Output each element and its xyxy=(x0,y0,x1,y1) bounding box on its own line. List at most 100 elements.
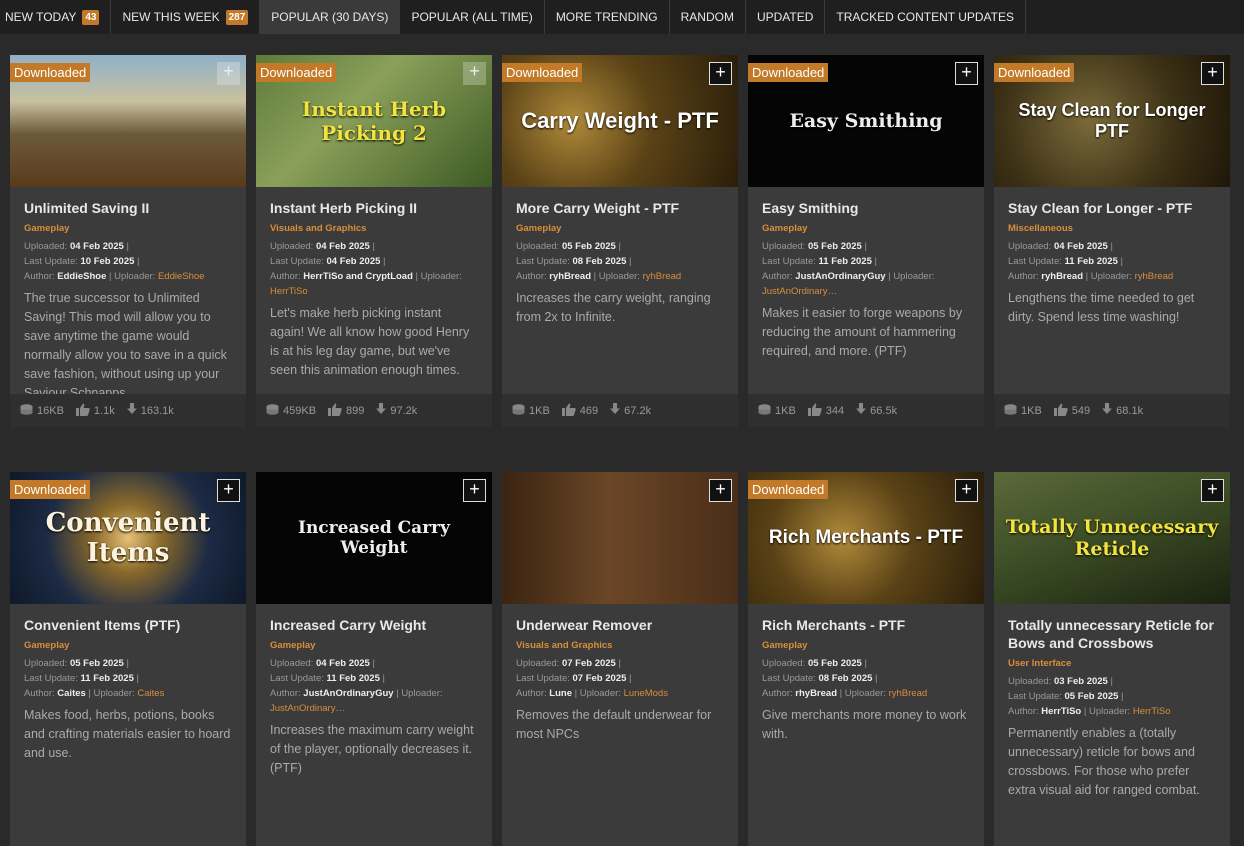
downloaded-badge: Downloaded xyxy=(10,63,91,82)
mod-card-stay-clean-for-longer-ptf[interactable]: Stay Clean for Longer PTF Downloaded + Stay… xyxy=(994,55,1230,427)
mod-category[interactable]: Gameplay xyxy=(762,640,970,651)
author-name[interactable]: rhyBread xyxy=(795,688,837,699)
uploader-name[interactable]: ryhBread xyxy=(889,688,928,699)
track-plus-button[interactable]: + xyxy=(463,62,486,85)
uploader-label: Uploader: xyxy=(1088,706,1131,717)
mod-thumbnail[interactable]: Rich Merchants - PTF Downloaded + xyxy=(748,472,984,604)
uploaded-label: Uploaded: xyxy=(24,658,68,669)
mod-card-easy-smithing[interactable]: Easy Smithing Downloaded + Easy Smithing Gam… xyxy=(748,55,984,427)
author-name[interactable]: EddieShoe xyxy=(57,271,106,282)
endorsements[interactable]: 899 xyxy=(328,403,364,419)
mod-category[interactable]: Miscellaneous xyxy=(1008,223,1216,234)
mod-card-body: Underwear Remover Visuals and Graphics Upl… xyxy=(502,604,738,744)
uploader-name[interactable]: HerrTiSo xyxy=(270,286,308,297)
mod-card-increased-carry-weight[interactable]: Increased Carry Weight + Increased Carry W… xyxy=(256,472,492,846)
uploader-name[interactable]: ryhBread xyxy=(643,271,682,282)
author-name[interactable]: JustAnOrdinaryGuy xyxy=(795,271,885,282)
mod-title[interactable]: Totally unnecessary Reticle for Bows and… xyxy=(1008,616,1216,652)
uploader-name[interactable]: ryhBread xyxy=(1135,271,1174,282)
mod-card-convenient-items-ptf[interactable]: Convenient Items Downloaded + Convenient It… xyxy=(10,472,246,846)
mod-thumbnail[interactable]: Totally Unnecessary Reticle + xyxy=(994,472,1230,604)
track-plus-button[interactable]: + xyxy=(1201,479,1224,502)
author-name[interactable]: ryhBread xyxy=(549,271,591,282)
downloaded-badge: Downloaded xyxy=(994,63,1075,82)
mod-thumbnail[interactable]: Convenient Items Downloaded + xyxy=(10,472,246,604)
author-name[interactable]: ryhBread xyxy=(1041,271,1083,282)
mod-thumbnail[interactable]: Carry Weight - PTF Downloaded + xyxy=(502,55,738,187)
uploader-name[interactable]: EddieShoe xyxy=(158,271,204,282)
mod-card-body: Increased Carry Weight Gameplay Uploaded: … xyxy=(256,604,492,778)
mod-title[interactable]: Instant Herb Picking II xyxy=(270,199,478,217)
endorsements[interactable]: 549 xyxy=(1053,403,1090,419)
database-icon xyxy=(266,403,283,418)
mod-title[interactable]: Convenient Items (PTF) xyxy=(24,616,232,634)
mod-thumbnail[interactable]: Downloaded + xyxy=(10,55,246,187)
mod-thumbnail[interactable]: Easy Smithing Downloaded + xyxy=(748,55,984,187)
track-plus-button[interactable]: + xyxy=(955,62,978,85)
track-plus-button[interactable]: + xyxy=(955,479,978,502)
mod-title[interactable]: Increased Carry Weight xyxy=(270,616,478,634)
tab-popular-all-time[interactable]: POPULAR (ALL TIME) xyxy=(400,0,545,34)
tab-new-today[interactable]: NEW TODAY 43 xyxy=(0,0,112,34)
mod-thumbnail[interactable]: Increased Carry Weight + xyxy=(256,472,492,604)
mod-title[interactable]: Underwear Remover xyxy=(516,616,724,634)
mod-card-rich-merchants-ptf[interactable]: Rich Merchants - PTF Downloaded + Rich Merc… xyxy=(748,472,984,846)
mod-title[interactable]: More Carry Weight - PTF xyxy=(516,199,724,217)
mod-category[interactable]: Visuals and Graphics xyxy=(270,223,478,234)
author-name[interactable]: HerrTiSo and CryptLoad xyxy=(303,271,413,282)
mod-category[interactable]: User Interface xyxy=(1008,658,1216,669)
mod-category[interactable]: Visuals and Graphics xyxy=(516,640,724,651)
track-plus-button[interactable]: + xyxy=(217,479,240,502)
mod-card-totally-unnecessary-reticle-for-bows-and-crossbows[interactable]: Totally Unnecessary Reticle + Totally unne… xyxy=(994,472,1230,846)
mod-category[interactable]: Gameplay xyxy=(270,640,478,651)
uploader-name[interactable]: HerrTiSo xyxy=(1133,706,1171,717)
mod-thumbnail[interactable]: Instant Herb Picking 2 Downloaded + xyxy=(256,55,492,187)
author-label: Author: xyxy=(24,688,55,699)
endorsements[interactable]: 469 xyxy=(561,403,598,419)
uploader-name[interactable]: JustAnOrdinary… xyxy=(270,703,345,714)
thumbnail-title: Carry Weight - PTF xyxy=(521,108,719,133)
track-plus-button[interactable]: + xyxy=(709,62,732,85)
endorsements-value: 1.1k xyxy=(93,404,115,417)
track-plus-button[interactable]: + xyxy=(217,62,240,85)
downloaded-badge: Downloaded xyxy=(502,63,583,82)
tab-random[interactable]: RANDOM xyxy=(670,0,746,34)
author-name[interactable]: Caites xyxy=(57,688,86,699)
mod-category[interactable]: Gameplay xyxy=(516,223,724,234)
mod-card-body: Easy Smithing Gameplay Uploaded: 05 Feb 20… xyxy=(748,187,984,361)
track-plus-button[interactable]: + xyxy=(709,479,732,502)
endorsements[interactable]: 1.1k xyxy=(75,403,115,419)
mod-title[interactable]: Easy Smithing xyxy=(762,199,970,217)
mod-card-instant-herb-picking-ii[interactable]: Instant Herb Picking 2 Downloaded + Instant… xyxy=(256,55,492,427)
author-name[interactable]: HerrTiSo xyxy=(1041,706,1081,717)
mod-thumbnail[interactable]: Stay Clean for Longer PTF Downloaded + xyxy=(994,55,1230,187)
tab-new-this-week[interactable]: NEW THIS WEEK 287 xyxy=(111,0,261,34)
mod-category[interactable]: Gameplay xyxy=(24,223,232,234)
mod-thumbnail[interactable]: + xyxy=(502,472,738,604)
tab-popular-30-days[interactable]: POPULAR (30 DAYS) xyxy=(260,0,401,34)
mod-title[interactable]: Unlimited Saving II xyxy=(24,199,232,217)
track-plus-button[interactable]: + xyxy=(1201,62,1224,85)
thumbs-up-icon xyxy=(807,403,826,419)
track-plus-button[interactable]: + xyxy=(463,479,486,502)
mod-title[interactable]: Stay Clean for Longer - PTF xyxy=(1008,199,1216,217)
tab-tracked-content-updates[interactable]: TRACKED CONTENT UPDATES xyxy=(825,0,1026,34)
uploader-name[interactable]: LuneMods xyxy=(624,688,668,699)
mod-category[interactable]: Gameplay xyxy=(762,223,970,234)
author-name[interactable]: Lune xyxy=(549,688,572,699)
mod-card-unlimited-saving-ii[interactable]: Downloaded + Unlimited Saving II Gameplay Up… xyxy=(10,55,246,427)
mod-description: Makes it easier to forge weapons by redu… xyxy=(762,306,963,358)
mod-category[interactable]: Gameplay xyxy=(24,640,232,651)
mod-card-underwear-remover[interactable]: + Underwear Remover Visuals and Graphics Up… xyxy=(502,472,738,846)
mod-title[interactable]: Rich Merchants - PTF xyxy=(762,616,970,634)
author-name[interactable]: JustAnOrdinaryGuy xyxy=(303,688,393,699)
uploader-name[interactable]: Caites xyxy=(137,688,164,699)
download-icon xyxy=(126,403,141,418)
tab-more-trending[interactable]: MORE TRENDING xyxy=(545,0,670,34)
tab-updated[interactable]: UPDATED xyxy=(746,0,826,34)
endorsements[interactable]: 344 xyxy=(807,403,844,419)
file-size: 1KB xyxy=(758,403,796,418)
mod-card-more-carry-weight-ptf[interactable]: Carry Weight - PTF Downloaded + More Carry … xyxy=(502,55,738,427)
downloads: 163.1k xyxy=(126,403,174,418)
uploader-name[interactable]: JustAnOrdinary… xyxy=(762,286,837,297)
